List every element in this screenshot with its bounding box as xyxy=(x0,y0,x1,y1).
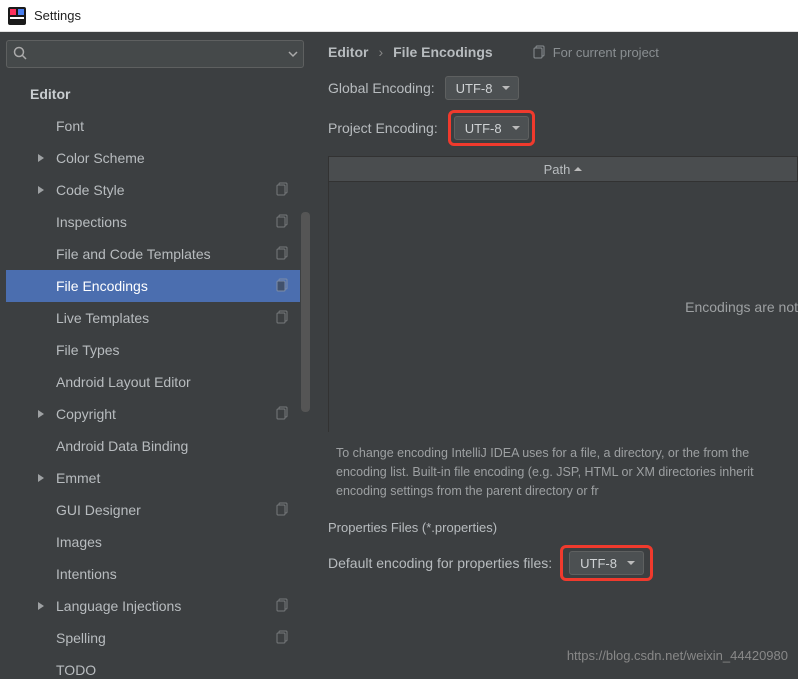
tree-item-emmet[interactable]: Emmet xyxy=(6,462,300,494)
default-encoding-row: Default encoding for properties files: U… xyxy=(328,545,798,581)
project-encoding-row: Project Encoding: UTF-8 xyxy=(328,110,798,146)
tree-item-label: Emmet xyxy=(56,470,100,486)
search-icon xyxy=(12,45,28,61)
properties-section-label: Properties Files (*.properties) xyxy=(328,520,798,535)
chevron-down-icon[interactable] xyxy=(288,49,298,59)
settings-sidebar: Editor Font Color Scheme Code Style Inspect… xyxy=(0,32,310,679)
expand-arrow-icon xyxy=(36,153,46,163)
breadcrumb: Editor › File Encodings For current proj… xyxy=(328,44,798,60)
tree-item-label: Images xyxy=(56,534,102,550)
tree-item-file-and-code-templates[interactable]: File and Code Templates xyxy=(6,238,300,270)
copy-icon xyxy=(276,598,290,612)
tree-item-file-encodings[interactable]: File Encodings xyxy=(6,270,300,302)
copy-icon xyxy=(276,406,290,420)
window-titlebar: Settings xyxy=(0,0,798,32)
dropdown-icon xyxy=(627,559,635,567)
dropdown-icon xyxy=(502,84,510,92)
tree-item-label: Android Data Binding xyxy=(56,438,188,454)
copy-icon xyxy=(276,182,290,196)
copy-icon xyxy=(276,278,290,292)
tree-item-label: File Encodings xyxy=(56,278,148,294)
copy-icon xyxy=(276,502,290,516)
tree-item-live-templates[interactable]: Live Templates xyxy=(6,302,300,334)
sidebar-scrollbar[interactable] xyxy=(301,212,310,412)
highlight-box: UTF-8 xyxy=(560,545,653,581)
path-table-empty: Encodings are not xyxy=(328,182,798,432)
tree-item-spelling[interactable]: Spelling xyxy=(6,622,300,654)
tree-item-label: File and Code Templates xyxy=(56,246,211,262)
tree-item-code-style[interactable]: Code Style xyxy=(6,174,300,206)
settings-tree: Editor Font Color Scheme Code Style Inspect… xyxy=(6,78,304,679)
tree-item-copyright[interactable]: Copyright xyxy=(6,398,300,430)
tree-item-label: File Types xyxy=(56,342,120,358)
path-table-header[interactable]: Path xyxy=(328,156,798,182)
global-encoding-label: Global Encoding: xyxy=(328,80,435,96)
expand-arrow-icon xyxy=(36,473,46,483)
tree-item-todo[interactable]: TODO xyxy=(6,654,300,679)
chevron-right-icon: › xyxy=(378,44,383,60)
watermark-text: https://blog.csdn.net/weixin_44420980 xyxy=(567,648,788,663)
tree-item-gui-designer[interactable]: GUI Designer xyxy=(6,494,300,526)
tree-item-file-types[interactable]: File Types xyxy=(6,334,300,366)
tree-item-label: TODO xyxy=(56,662,96,678)
tree-item-label: GUI Designer xyxy=(56,502,141,518)
app-logo-icon xyxy=(8,7,26,25)
project-scope-hint: For current project xyxy=(533,45,659,60)
search-input[interactable] xyxy=(6,40,304,68)
copy-icon xyxy=(276,630,290,644)
tree-item-label: Code Style xyxy=(56,182,124,198)
tree-item-label: Live Templates xyxy=(56,310,149,326)
tree-item-android-layout-editor[interactable]: Android Layout Editor xyxy=(6,366,300,398)
tree-section-editor[interactable]: Editor xyxy=(6,78,300,110)
window-title: Settings xyxy=(34,8,81,23)
global-encoding-row: Global Encoding: UTF-8 xyxy=(328,76,798,100)
tree-item-label: Android Layout Editor xyxy=(56,374,191,390)
expand-arrow-icon xyxy=(36,601,46,611)
project-encoding-label: Project Encoding: xyxy=(328,120,438,136)
copy-icon xyxy=(276,310,290,324)
global-encoding-combo[interactable]: UTF-8 xyxy=(445,76,520,100)
copy-icon xyxy=(276,246,290,260)
tree-item-color-scheme[interactable]: Color Scheme xyxy=(6,142,300,174)
tree-item-label: Intentions xyxy=(56,566,117,582)
tree-item-font[interactable]: Font xyxy=(6,110,300,142)
tree-item-images[interactable]: Images xyxy=(6,526,300,558)
encoding-info-text: To change encoding IntelliJ IDEA uses fo… xyxy=(328,432,798,514)
settings-content: Editor › File Encodings For current proj… xyxy=(310,32,798,679)
tree-item-label: Language Injections xyxy=(56,598,181,614)
expand-arrow-icon xyxy=(36,185,46,195)
tree-item-label: Inspections xyxy=(56,214,127,230)
tree-item-label: Copyright xyxy=(56,406,116,422)
project-encoding-combo[interactable]: UTF-8 xyxy=(454,116,529,140)
tree-section-label: Editor xyxy=(30,86,70,102)
highlight-box: UTF-8 xyxy=(448,110,535,146)
tree-item-inspections[interactable]: Inspections xyxy=(6,206,300,238)
copy-icon xyxy=(276,214,290,228)
expand-arrow-icon xyxy=(36,409,46,419)
breadcrumb-item[interactable]: Editor xyxy=(328,44,368,60)
copy-icon xyxy=(533,45,547,59)
breadcrumb-item: File Encodings xyxy=(393,44,493,60)
default-encoding-combo[interactable]: UTF-8 xyxy=(569,551,644,575)
main-area: Editor Font Color Scheme Code Style Inspect… xyxy=(0,32,798,679)
tree-item-label: Color Scheme xyxy=(56,150,145,166)
dropdown-icon xyxy=(512,124,520,132)
tree-item-label: Font xyxy=(56,118,84,134)
search-wrap xyxy=(6,40,304,68)
default-encoding-label: Default encoding for properties files: xyxy=(328,555,552,571)
tree-item-label: Spelling xyxy=(56,630,106,646)
tree-item-language-injections[interactable]: Language Injections xyxy=(6,590,300,622)
tree-item-android-data-binding[interactable]: Android Data Binding xyxy=(6,430,300,462)
tree-item-intentions[interactable]: Intentions xyxy=(6,558,300,590)
sort-asc-icon xyxy=(574,165,582,173)
